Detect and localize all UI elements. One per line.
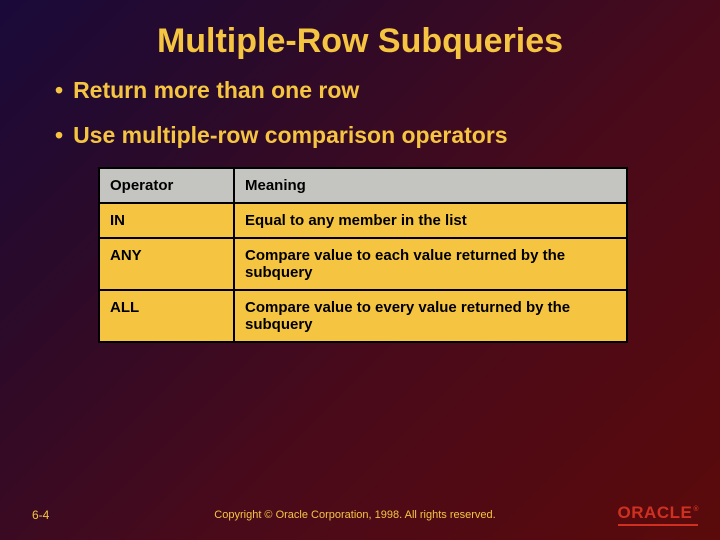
bullet-dot-icon: • bbox=[55, 77, 63, 104]
cell-operator: IN bbox=[99, 203, 234, 238]
slide-number: 6-4 bbox=[32, 508, 122, 522]
slide-title: Multiple-Row Subqueries bbox=[0, 0, 720, 77]
bullet-dot-icon: • bbox=[55, 122, 63, 149]
bullet-item: • Use multiple-row comparison operators bbox=[55, 122, 665, 149]
table-row: ALL Compare value to every value returne… bbox=[99, 290, 627, 342]
slide-footer: 6-4 Copyright © Oracle Corporation, 1998… bbox=[0, 503, 720, 530]
bullet-item: • Return more than one row bbox=[55, 77, 665, 104]
oracle-logo-wrap: ORACLE® bbox=[588, 503, 698, 526]
cell-meaning: Compare value to every value returned by… bbox=[234, 290, 627, 342]
oracle-logo-text: ORACLE bbox=[618, 503, 693, 522]
table-row: ANY Compare value to each value returned… bbox=[99, 238, 627, 290]
cell-meaning: Equal to any member in the list bbox=[234, 203, 627, 238]
table-row: IN Equal to any member in the list bbox=[99, 203, 627, 238]
bullet-text: Use multiple-row comparison operators bbox=[73, 122, 508, 149]
bullet-text: Return more than one row bbox=[73, 77, 359, 104]
operators-table: Operator Meaning IN Equal to any member … bbox=[98, 167, 628, 343]
header-meaning: Meaning bbox=[234, 168, 627, 203]
header-operator: Operator bbox=[99, 168, 234, 203]
oracle-logo: ORACLE® bbox=[618, 503, 698, 526]
table-header-row: Operator Meaning bbox=[99, 168, 627, 203]
cell-meaning: Compare value to each value returned by … bbox=[234, 238, 627, 290]
cell-operator: ALL bbox=[99, 290, 234, 342]
copyright-text: Copyright © Oracle Corporation, 1998. Al… bbox=[122, 509, 588, 521]
registered-mark-icon: ® bbox=[693, 506, 699, 513]
oracle-logo-underline bbox=[618, 524, 698, 526]
cell-operator: ANY bbox=[99, 238, 234, 290]
bullet-list: • Return more than one row • Use multipl… bbox=[0, 77, 720, 149]
